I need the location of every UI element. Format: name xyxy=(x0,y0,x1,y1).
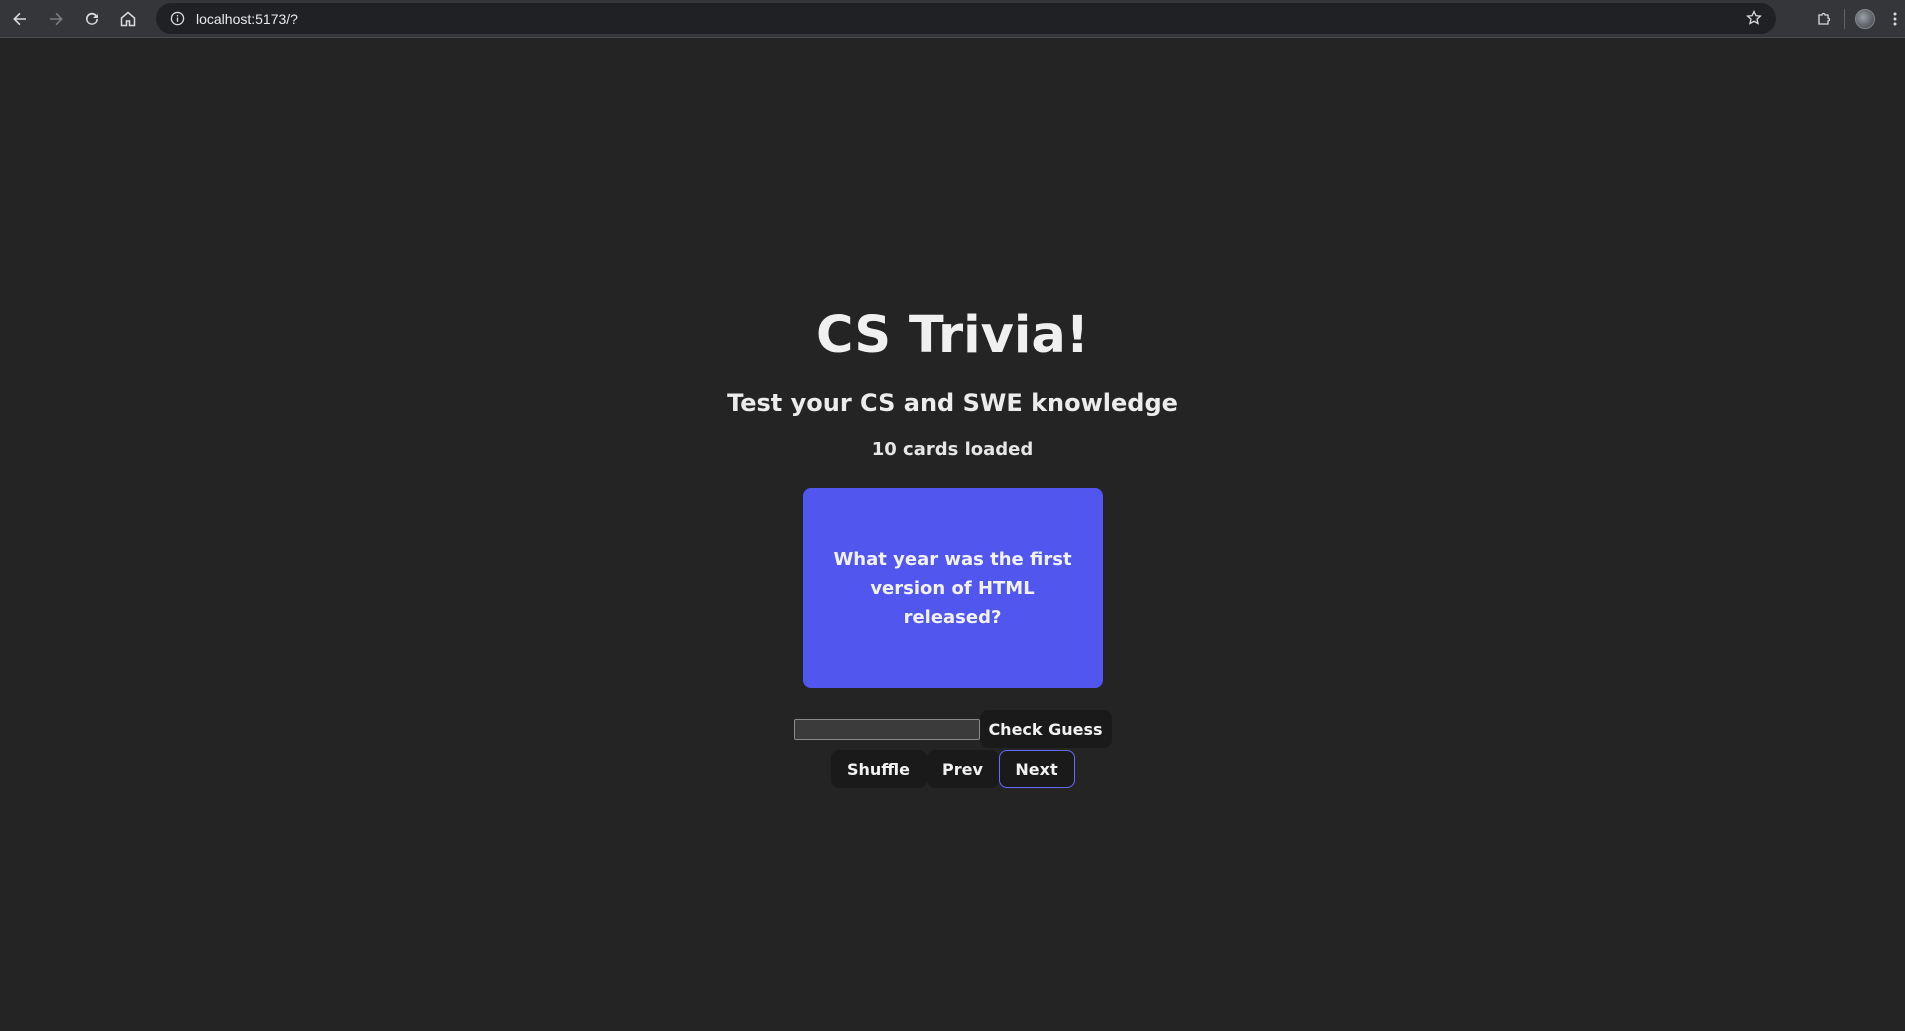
site-info-button[interactable] xyxy=(162,3,192,34)
puzzle-icon xyxy=(1818,12,1831,25)
extensions-button[interactable] xyxy=(1804,0,1844,38)
arrow-right-icon xyxy=(50,12,63,25)
card-controls: Shuffle Prev Next xyxy=(830,750,1075,788)
app-root: CS Trivia! Test your CS and SWE knowledg… xyxy=(0,38,1905,1031)
guess-input[interactable] xyxy=(793,718,980,740)
card-count: 10 cards loaded xyxy=(871,439,1034,460)
toolbar-right xyxy=(1804,0,1905,38)
kebab-menu-icon xyxy=(1893,12,1897,26)
back-button[interactable] xyxy=(2,4,38,34)
flashcard[interactable]: What year was the first version of HTML … xyxy=(802,488,1103,688)
guess-form: Check Guess xyxy=(793,710,1112,748)
page-subtitle: Test your CS and SWE knowledge xyxy=(727,389,1178,417)
prev-button[interactable]: Prev xyxy=(926,750,999,788)
arrow-left-icon xyxy=(13,12,26,25)
profile-button[interactable] xyxy=(1845,0,1885,38)
home-icon xyxy=(120,11,136,26)
browser-toolbar: localhost:5173/? xyxy=(0,0,1905,38)
reload-button[interactable] xyxy=(74,4,110,34)
star-icon[interactable] xyxy=(1746,10,1762,26)
home-button[interactable] xyxy=(110,4,146,34)
info-icon xyxy=(170,11,184,26)
page-title: CS Trivia! xyxy=(815,306,1090,365)
menu-button[interactable] xyxy=(1885,0,1905,38)
reload-icon xyxy=(86,12,98,25)
forward-button[interactable] xyxy=(38,4,74,34)
address-bar[interactable]: localhost:5173/? xyxy=(156,3,1776,34)
avatar xyxy=(1855,9,1875,29)
check-guess-button[interactable]: Check Guess xyxy=(979,710,1112,748)
next-button[interactable]: Next xyxy=(998,750,1075,788)
address-url[interactable]: localhost:5173/? xyxy=(196,11,298,27)
flashcard-question: What year was the first version of HTML … xyxy=(833,548,1072,628)
shuffle-button[interactable]: Shuffle xyxy=(830,750,927,788)
